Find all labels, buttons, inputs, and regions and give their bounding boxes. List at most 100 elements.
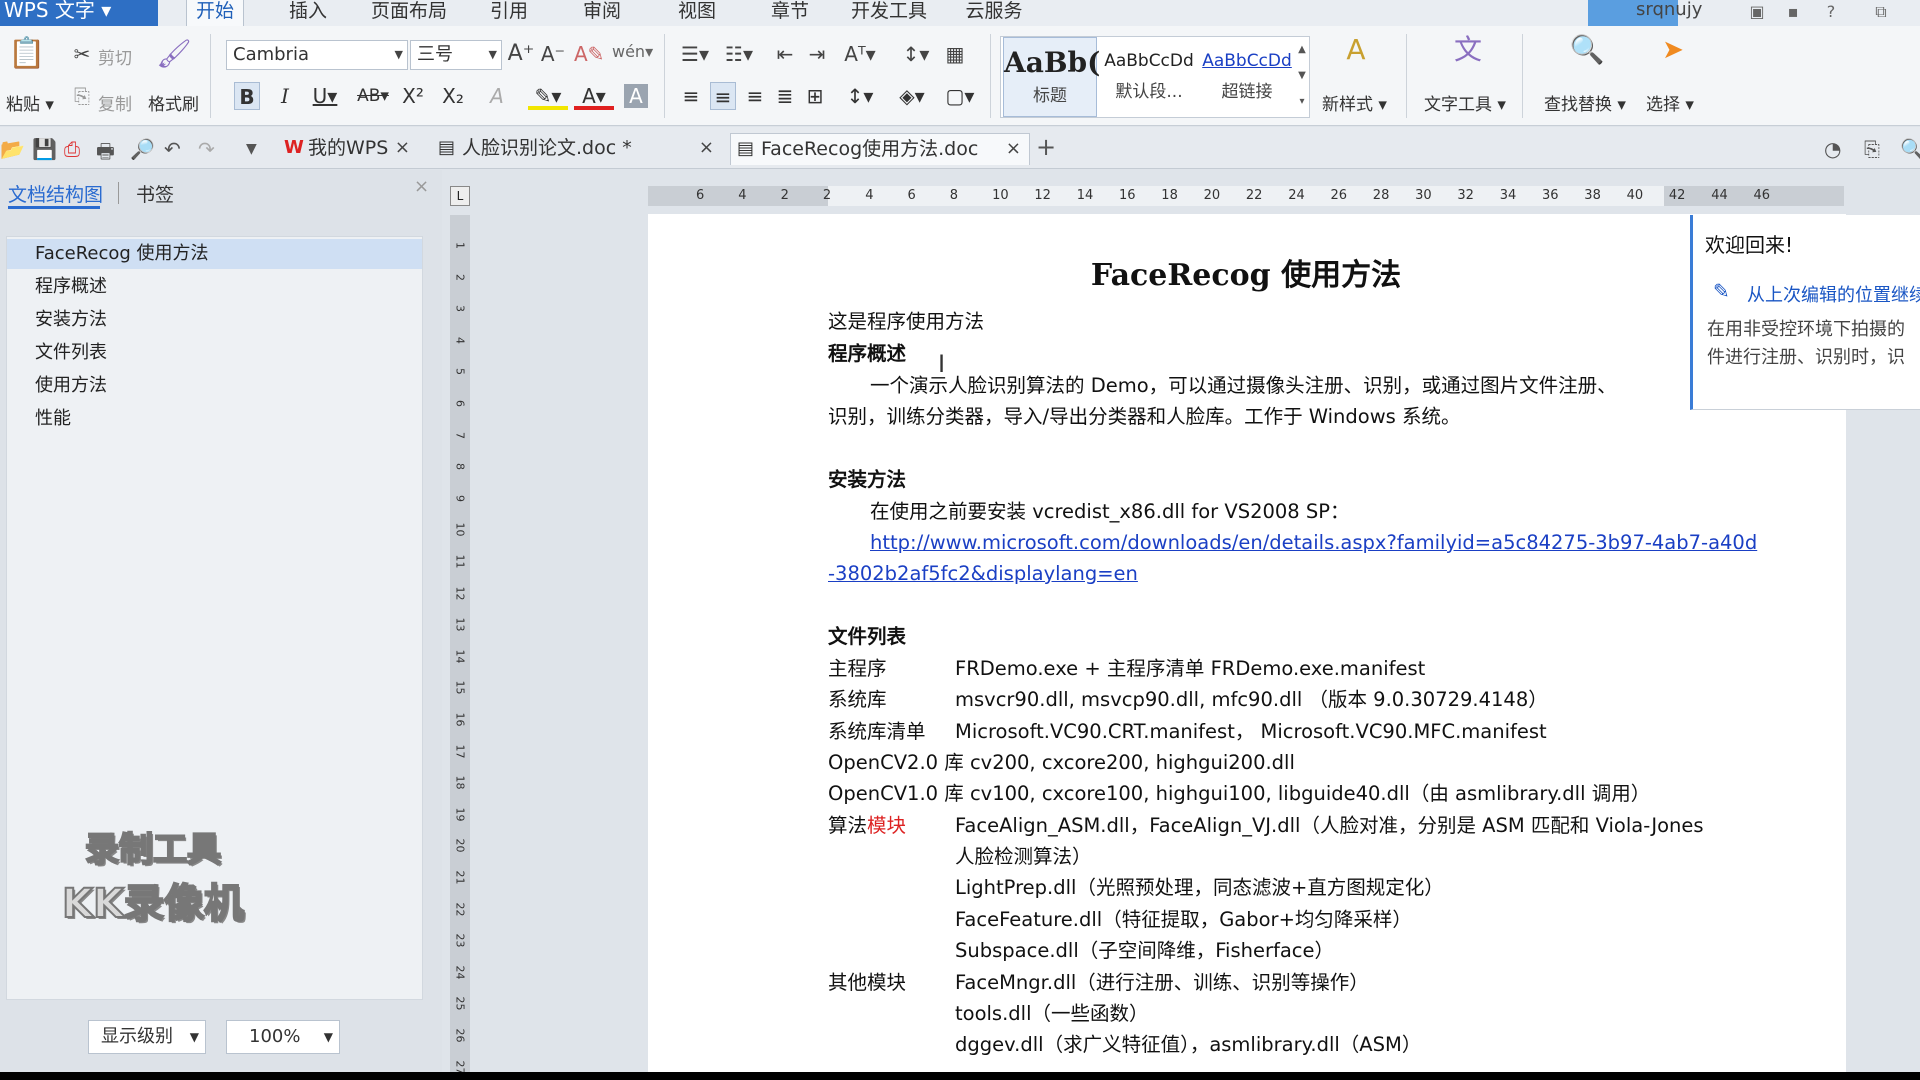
- outline-item-usage[interactable]: 使用方法: [7, 371, 422, 401]
- outline-item-overview[interactable]: 程序概述: [7, 272, 422, 302]
- skin-icon[interactable]: ▣: [1748, 3, 1766, 21]
- copy-button[interactable]: 复制: [98, 90, 132, 115]
- underline-icon[interactable]: U▾: [306, 82, 344, 110]
- install-link-line-2[interactable]: -3802b2af5fc2&displaylang=en: [828, 560, 1138, 588]
- decrease-indent-icon[interactable]: ⇤: [770, 40, 800, 68]
- close-icon[interactable]: ×: [414, 176, 429, 197]
- restore-window-icon[interactable]: ⧉: [1872, 3, 1890, 21]
- text-direction-icon[interactable]: Aᵀ▾: [840, 40, 880, 68]
- zoom-select[interactable]: 100% ▼: [226, 1020, 340, 1054]
- vertical-ruler[interactable]: 1 2 3 4 5 6 7 8 9 10 11 12 13 14 15 16 17 18 19 20 21 22 23 24 2…: [450, 215, 470, 1072]
- tab-references[interactable]: 引用: [482, 0, 536, 26]
- open-folder-icon[interactable]: 📂: [0, 137, 25, 161]
- font-name-select[interactable]: Cambria ▼: [226, 40, 408, 70]
- align-center-icon[interactable]: ≡: [710, 82, 736, 110]
- paste-icon[interactable]: 📋: [8, 39, 45, 69]
- format-painter-button[interactable]: 格式刷: [148, 90, 199, 115]
- undo-icon[interactable]: ↶: [164, 137, 181, 161]
- share-icon[interactable]: ⎘: [1864, 137, 1880, 161]
- redo-icon[interactable]: ↷: [198, 137, 215, 161]
- tab-face-paper[interactable]: ▤ 人脸识别论文.doc * ×: [432, 133, 722, 165]
- save-icon[interactable]: 💾: [32, 137, 57, 161]
- strikethrough-icon[interactable]: AB▾: [352, 82, 394, 110]
- resume-editing-link[interactable]: 从上次编辑的位置继续: [1747, 281, 1920, 307]
- new-style-icon[interactable]: A: [1336, 36, 1376, 64]
- grow-font-icon[interactable]: A⁺: [506, 40, 536, 68]
- tab-my-wps[interactable]: W 我的WPS ×: [278, 133, 418, 165]
- text-effect-icon[interactable]: A: [484, 82, 510, 110]
- text-tools-button[interactable]: 文字工具 ▾: [1424, 90, 1506, 115]
- outline-item-performance[interactable]: 性能: [7, 404, 422, 434]
- horizontal-ruler[interactable]: 6 4 2 2 4 6 8 10 12 14 16 18 20 22 24 26 28 30 32 34 36 38 40 4…: [648, 186, 1844, 206]
- select-button[interactable]: 选择 ▾: [1646, 90, 1694, 115]
- line-spacing-icon[interactable]: ↕▾: [840, 82, 880, 110]
- font-color-icon[interactable]: A▾: [574, 82, 614, 110]
- format-painter-icon[interactable]: 🖌: [156, 40, 192, 68]
- sort-icon[interactable]: ↕▾: [896, 40, 936, 68]
- clear-format-icon[interactable]: A✎: [574, 40, 604, 68]
- install-link-line-1[interactable]: http://www.microsoft.com/downloads/en/de…: [870, 529, 1757, 557]
- new-style-button[interactable]: 新样式 ▾: [1322, 90, 1387, 115]
- tab-review[interactable]: 审阅: [574, 0, 630, 26]
- close-icon[interactable]: ×: [699, 133, 714, 163]
- text-tools-icon[interactable]: 文: [1448, 36, 1488, 64]
- print-preview-icon[interactable]: 🔎: [130, 137, 155, 161]
- tab-page-layout[interactable]: 页面布局: [364, 0, 454, 26]
- tab-chapter[interactable]: 章节: [762, 0, 818, 26]
- shirt-icon[interactable]: ▪: [1784, 3, 1802, 21]
- new-tab-icon[interactable]: +: [1036, 133, 1056, 161]
- bullet-list-icon[interactable]: ☰▾: [674, 40, 716, 68]
- find-replace-icon[interactable]: 🔍: [1566, 36, 1608, 64]
- tab-view[interactable]: 视图: [670, 0, 724, 26]
- close-icon[interactable]: ×: [1006, 134, 1021, 164]
- style-hyperlink[interactable]: AaBbCcDd 超链接: [1199, 37, 1295, 117]
- tab-insert[interactable]: 插入: [280, 0, 336, 26]
- app-menu-button[interactable]: WPS 文字 ▾: [0, 0, 158, 26]
- settings-icon[interactable]: ◔: [1824, 137, 1841, 161]
- export-pdf-icon[interactable]: ⎙: [64, 137, 80, 161]
- font-size-select[interactable]: 三号 ▼: [410, 40, 502, 70]
- align-right-icon[interactable]: ≡: [742, 82, 768, 110]
- border-icon[interactable]: ▢▾: [940, 82, 980, 110]
- increase-indent-icon[interactable]: ⇥: [802, 40, 832, 68]
- document-page[interactable]: FaceRecog 使用方法 这是程序使用方法 程序概述 一个演示人脸识别算法的…: [648, 214, 1846, 1072]
- user-name[interactable]: srqnujy: [1636, 0, 1702, 20]
- style-heading[interactable]: AaBb( 标题: [1003, 37, 1100, 117]
- close-icon[interactable]: ×: [395, 133, 410, 163]
- tab-facerecog-doc[interactable]: ▤ FaceRecog使用方法.doc ×: [730, 133, 1030, 165]
- tab-cloud[interactable]: 云服务: [960, 0, 1028, 26]
- subscript-icon[interactable]: X₂: [440, 82, 466, 110]
- cut-button[interactable]: 剪切: [98, 44, 132, 69]
- search-icon[interactable]: 🔍: [1900, 137, 1920, 161]
- style-default-paragraph[interactable]: AaBbCcDd 默认段...: [1101, 37, 1197, 117]
- print-icon[interactable]: 🖶: [96, 137, 115, 168]
- char-shading-icon[interactable]: A: [624, 84, 648, 108]
- tab-bookmarks[interactable]: 书签: [136, 180, 174, 207]
- copy-icon[interactable]: ⎘: [70, 82, 94, 110]
- justify-icon[interactable]: ≣: [772, 82, 798, 110]
- shrink-font-icon[interactable]: A⁻: [538, 40, 568, 68]
- select-cursor-icon[interactable]: ➤: [1658, 36, 1688, 64]
- outline-item-title[interactable]: FaceRecog 使用方法: [7, 239, 422, 269]
- style-gallery-scroll[interactable]: ▲ ▼ ▾: [1295, 37, 1309, 117]
- bold-icon[interactable]: B: [234, 82, 260, 110]
- paste-button[interactable]: 粘贴 ▾: [6, 90, 54, 115]
- quick-access-dropdown-icon[interactable]: ▼: [246, 141, 257, 157]
- outline-item-files[interactable]: 文件列表: [7, 338, 422, 368]
- align-left-icon[interactable]: ≡: [678, 82, 704, 110]
- shading-icon[interactable]: ◈▾: [892, 82, 932, 110]
- highlight-icon[interactable]: ✎▾: [528, 82, 568, 110]
- superscript-icon[interactable]: X²: [400, 82, 426, 110]
- help-icon[interactable]: ?: [1822, 3, 1840, 21]
- ruler-toggle-icon[interactable]: L: [450, 186, 470, 206]
- tab-developer[interactable]: 开发工具: [846, 0, 932, 26]
- phonetic-guide-icon[interactable]: wén▾: [612, 38, 653, 66]
- tab-home[interactable]: 开始: [186, 0, 244, 26]
- table-grid-icon[interactable]: ▦: [940, 40, 970, 68]
- numbered-list-icon[interactable]: ☷▾: [718, 40, 760, 68]
- tab-document-map[interactable]: 文档结构图: [8, 180, 103, 207]
- outline-item-install[interactable]: 安装方法: [7, 305, 422, 335]
- find-replace-button[interactable]: 查找替换 ▾: [1544, 90, 1626, 115]
- italic-icon[interactable]: I: [272, 82, 298, 110]
- display-level-select[interactable]: 显示级别 ▼: [88, 1020, 206, 1054]
